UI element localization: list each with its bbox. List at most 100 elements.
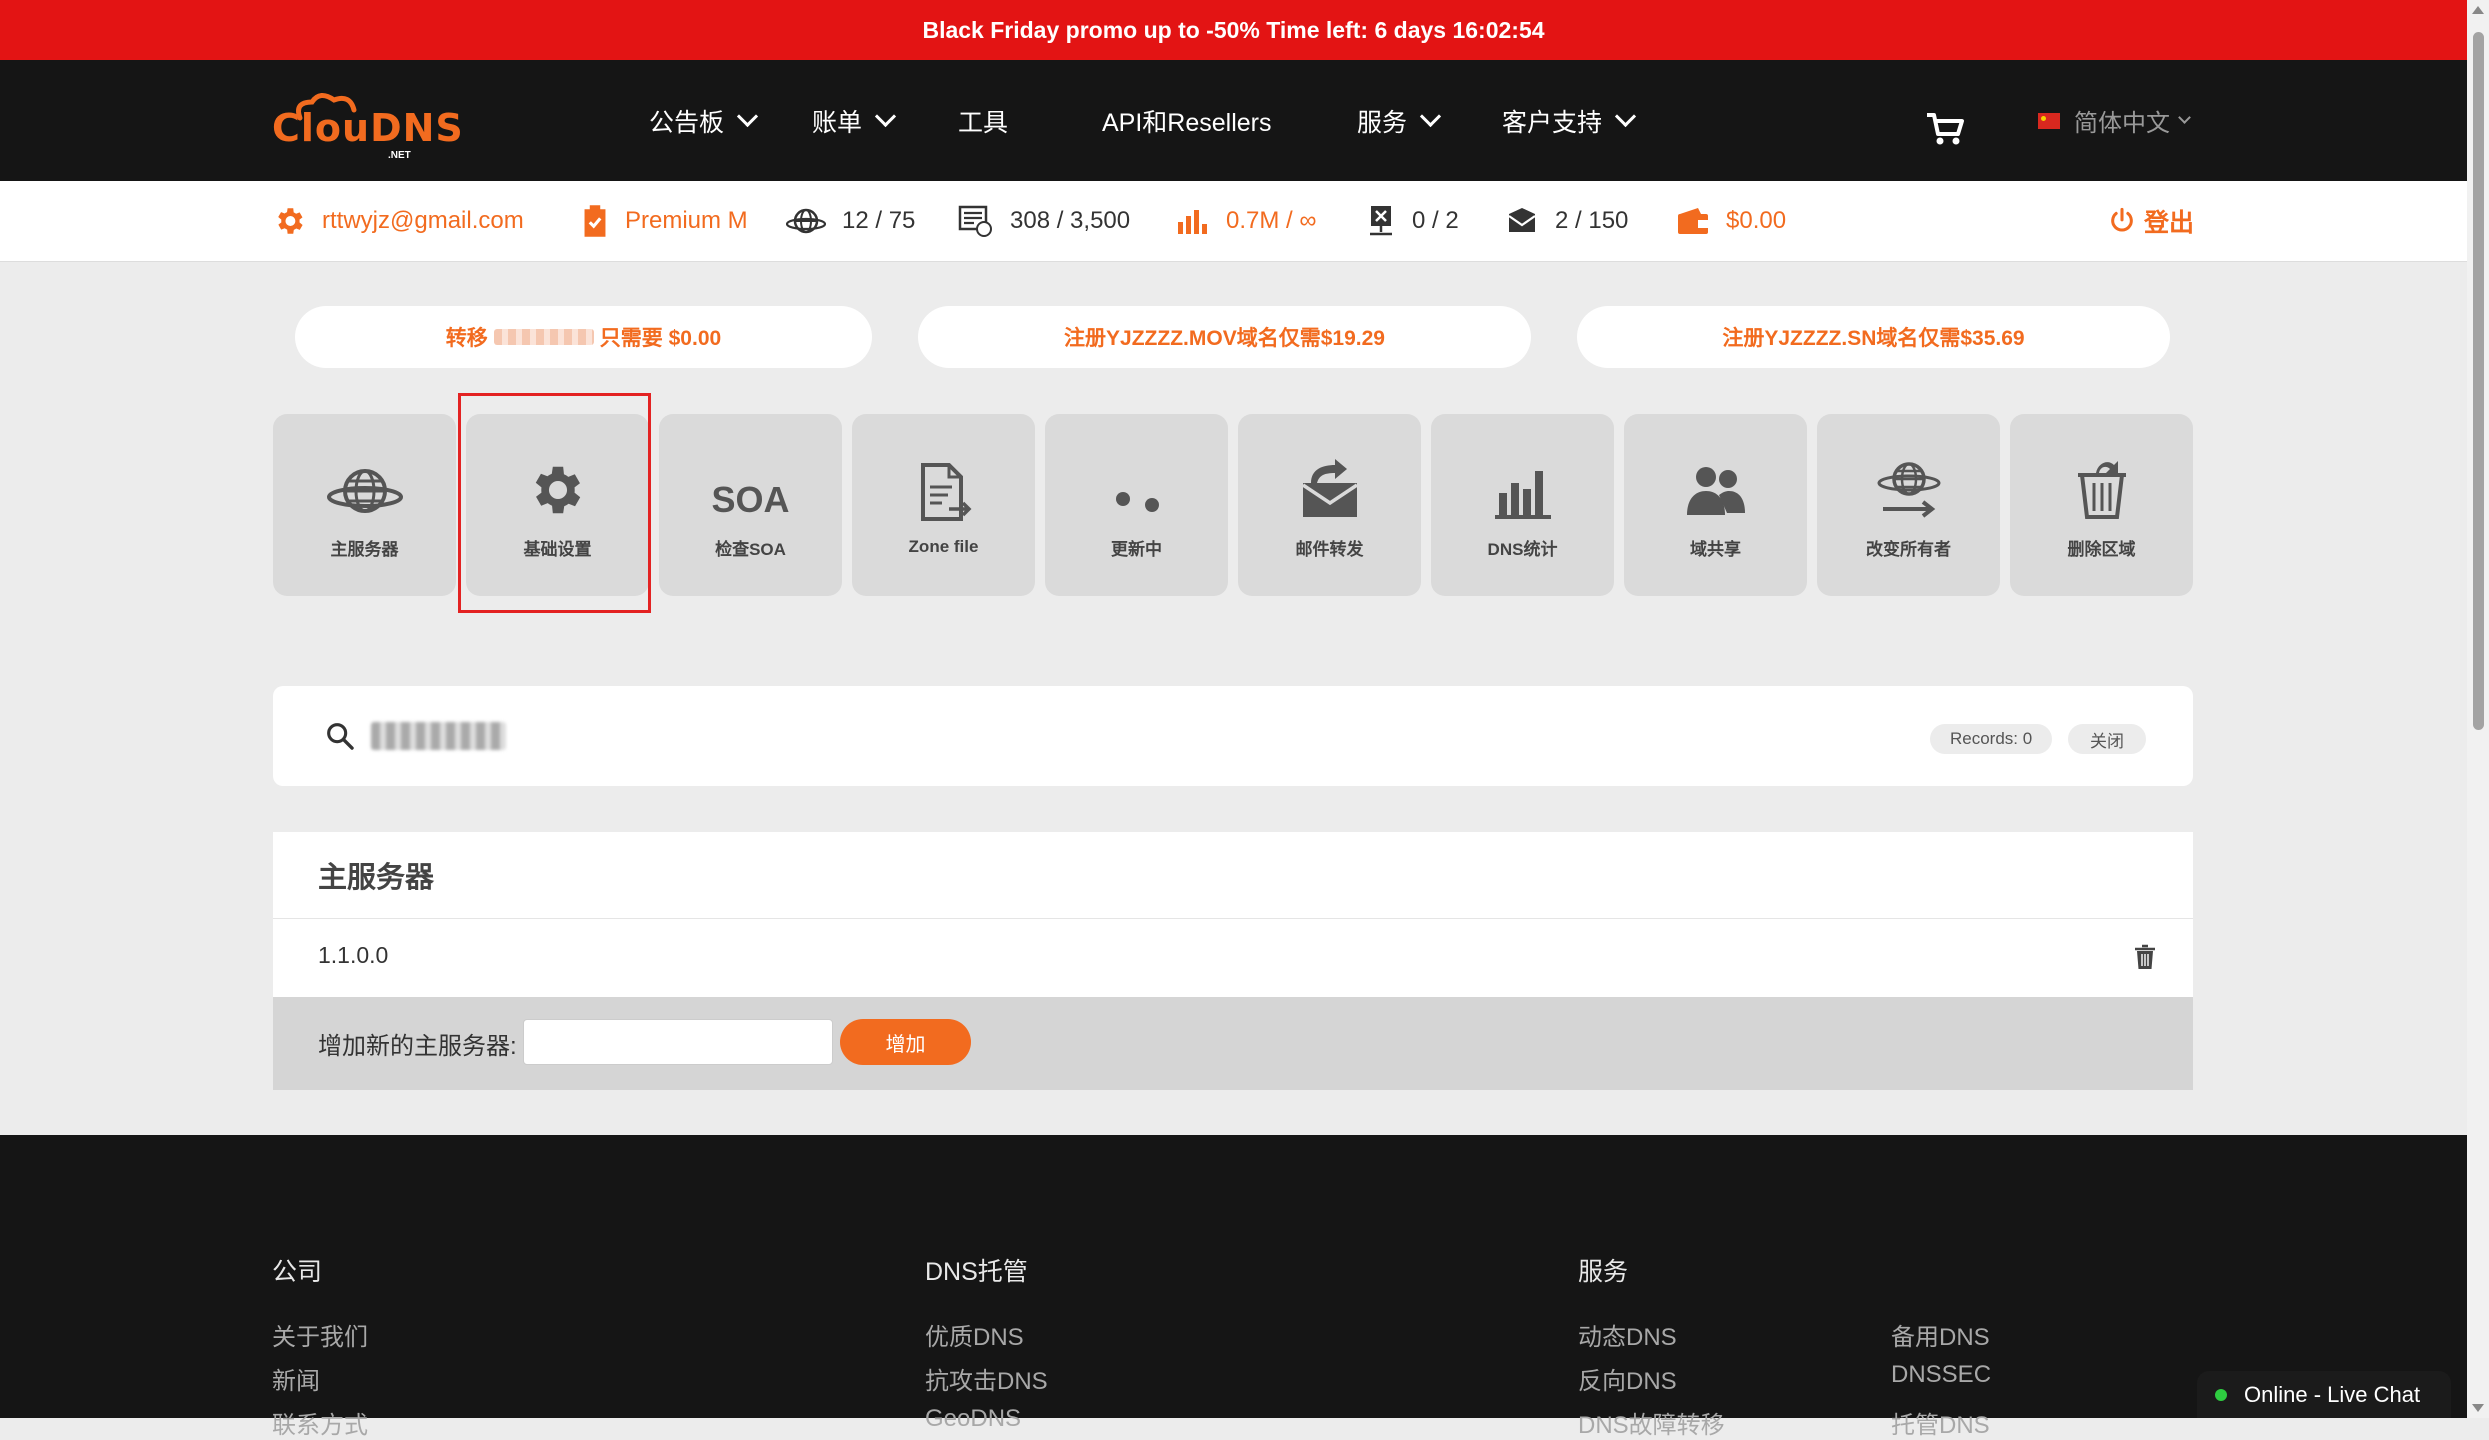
tile-domain-share[interactable]: 域共享 bbox=[1624, 414, 1807, 596]
globe-transfer-icon bbox=[1877, 461, 1940, 518]
redacted-zone-name bbox=[371, 722, 506, 750]
bar-stats-icon bbox=[1494, 470, 1551, 519]
tile-zone-file[interactable]: Zone file bbox=[852, 414, 1035, 596]
logout-button[interactable]: 登出 bbox=[2108, 181, 2194, 261]
zones-count: 12 / 75 bbox=[786, 181, 915, 261]
divider bbox=[273, 918, 2193, 919]
tile-master-servers[interactable]: 主服务器 bbox=[273, 414, 456, 596]
master-server-input[interactable] bbox=[523, 1019, 833, 1065]
nav-api-resellers[interactable]: API和Resellers bbox=[1102, 60, 1272, 181]
cloudns-logo[interactable]: ClouDNS .NET bbox=[272, 88, 463, 161]
add-master-label: 增加新的主服务器: bbox=[318, 1033, 517, 1060]
master-server-ip: 1.1.0.0 bbox=[318, 941, 389, 968]
tile-delete-zone[interactable]: 删除区域 bbox=[2010, 414, 2193, 596]
nav-services-label: 服务 bbox=[1357, 108, 1408, 137]
nav-services[interactable]: 服务 bbox=[1357, 60, 1442, 181]
account-stats-bar: rttwyjz@gmail.com Premium M 12 / 75 308 … bbox=[0, 181, 2467, 262]
tile-label: 更新中 bbox=[1111, 539, 1162, 559]
promo-transfer-prefix: 转移 bbox=[445, 327, 488, 350]
language-label: 简体中文 bbox=[2074, 110, 2170, 137]
add-button-label: 增加 bbox=[885, 1033, 926, 1056]
account-plan[interactable]: Premium M bbox=[581, 181, 748, 261]
chevron-down-icon bbox=[736, 105, 759, 128]
mail-icon bbox=[1508, 208, 1536, 232]
master-servers-panel: 主服务器 1.1.0.0 增加新的主服务器: 增加 bbox=[273, 832, 2193, 1090]
add-button[interactable]: 增加 bbox=[840, 1019, 971, 1065]
nav-bulletin-label: 公告板 bbox=[649, 108, 725, 137]
account-email[interactable]: rttwyjz@gmail.com bbox=[272, 181, 524, 261]
records-icon bbox=[958, 205, 992, 237]
footer-link-managed-dns[interactable]: 托管DNS bbox=[1891, 1405, 1990, 1440]
live-chat-button[interactable]: Online - Live Chat bbox=[2197, 1371, 2451, 1418]
globe-icon bbox=[786, 208, 826, 234]
nav-billing[interactable]: 账单 bbox=[812, 60, 897, 181]
selection-highlight bbox=[458, 393, 651, 613]
promo-mov-text: 注册YJZZZZ.MOV域名仅需$19.29 bbox=[1064, 327, 1385, 350]
footer-link-premium-dns[interactable]: 优质DNS bbox=[925, 1317, 1024, 1352]
logo-text: ClouDNS bbox=[272, 106, 464, 150]
queries-count[interactable]: 0.7M / ∞ bbox=[1176, 181, 1316, 261]
zone-search-bar[interactable]: Records: 0 关闭 bbox=[273, 686, 2193, 786]
master-server-row: 1.1.0.0 bbox=[318, 920, 388, 990]
gear-icon bbox=[278, 208, 303, 234]
footer-heading-dns-hosting: DNS托管 bbox=[925, 1258, 1028, 1286]
bar-chart-icon bbox=[1178, 210, 1207, 234]
china-flag-icon bbox=[2038, 112, 2060, 129]
tile-label: 主服务器 bbox=[330, 539, 399, 559]
close-button[interactable]: 关闭 bbox=[2068, 724, 2146, 754]
footer-link-geodns[interactable]: GeoDNS bbox=[925, 1405, 1021, 1433]
delete-bin-icon bbox=[2077, 460, 2126, 519]
records-badge-text: Records: 0 bbox=[1950, 729, 2033, 748]
panel-title: 主服务器 bbox=[318, 862, 435, 894]
tile-label: 域共享 bbox=[1690, 539, 1741, 559]
account-balance[interactable]: $0.00 bbox=[1676, 181, 1786, 261]
scroll-down-icon[interactable] bbox=[2472, 1404, 2484, 1412]
footer-heading-company: 公司 bbox=[272, 1258, 323, 1286]
footer-link-ddos-dns[interactable]: 抗攻击DNS bbox=[925, 1361, 1048, 1396]
scrollbar-thumb[interactable] bbox=[2473, 32, 2484, 730]
tile-updating[interactable]: 更新中 bbox=[1045, 414, 1228, 596]
tile-label: 检查SOA bbox=[715, 539, 786, 559]
failover-text: 0 / 2 bbox=[1412, 207, 1459, 234]
nav-tools[interactable]: 工具 bbox=[958, 60, 1008, 181]
footer-link-dnssec[interactable]: DNSSEC bbox=[1891, 1361, 1991, 1389]
logout-label: 登出 bbox=[2144, 209, 2195, 237]
nav-bulletin[interactable]: 公告板 bbox=[649, 60, 759, 181]
close-label: 关闭 bbox=[2090, 731, 2124, 751]
footer-link-dynamic-dns[interactable]: 动态DNS bbox=[1578, 1317, 1677, 1352]
footer-link-news[interactable]: 新闻 bbox=[272, 1361, 320, 1396]
tile-label: Zone file bbox=[908, 537, 979, 556]
tile-change-owner[interactable]: 改变所有者 bbox=[1817, 414, 2000, 596]
tile-mail-forwarding[interactable]: 邮件转发 bbox=[1238, 414, 1421, 596]
tile-check-soa[interactable]: SOA 检查SOA bbox=[659, 414, 842, 596]
redacted-domain bbox=[493, 329, 594, 345]
nav-support-label: 客户支持 bbox=[1502, 108, 1603, 137]
records-text: 308 / 3,500 bbox=[1010, 207, 1131, 234]
trash-icon[interactable] bbox=[2134, 944, 2156, 970]
footer-link-backup-dns[interactable]: 备用DNS bbox=[1891, 1317, 1990, 1352]
users-share-icon bbox=[1686, 466, 1745, 515]
promo-text: Black Friday promo up to -50% Time left:… bbox=[922, 16, 1545, 43]
promo-transfer-suffix: 只需要 $0.00 bbox=[599, 327, 722, 350]
footer-link-reverse-dns[interactable]: 反向DNS bbox=[1578, 1361, 1677, 1396]
records-badge: Records: 0 bbox=[1930, 724, 2053, 754]
server-failover-icon bbox=[1370, 206, 1392, 236]
wallet-icon bbox=[1678, 208, 1708, 234]
tile-dns-stats[interactable]: DNS统计 bbox=[1431, 414, 1614, 596]
updating-dots-icon bbox=[1115, 491, 1159, 512]
cart-icon[interactable] bbox=[1925, 112, 1965, 146]
promo-register-sn[interactable]: 注册YJZZZZ.SN域名仅需$35.69 bbox=[1577, 306, 2170, 368]
nav-support[interactable]: 客户支持 bbox=[1502, 60, 1637, 181]
scroll-up-icon[interactable] bbox=[2472, 6, 2484, 14]
footer-link-dns-failover[interactable]: DNS故障转移 bbox=[1578, 1405, 1725, 1440]
queries-text: 0.7M / ∞ bbox=[1226, 207, 1317, 234]
mail-forwards-count: 2 / 150 bbox=[1505, 181, 1628, 261]
promo-banner[interactable]: Black Friday promo up to -50% Time left:… bbox=[0, 0, 2467, 60]
promo-register-mov[interactable]: 注册YJZZZZ.MOV域名仅需$19.29 bbox=[918, 306, 1531, 368]
footer-link-about[interactable]: 关于我们 bbox=[272, 1317, 368, 1352]
promo-transfer[interactable]: 转移 只需要 $0.00 bbox=[295, 306, 872, 368]
footer-link-contact[interactable]: 联系方式 bbox=[272, 1405, 368, 1440]
mail-forward-icon bbox=[1301, 458, 1358, 517]
language-selector[interactable]: 简体中文 bbox=[2038, 60, 2191, 181]
balance-text: $0.00 bbox=[1726, 207, 1787, 234]
